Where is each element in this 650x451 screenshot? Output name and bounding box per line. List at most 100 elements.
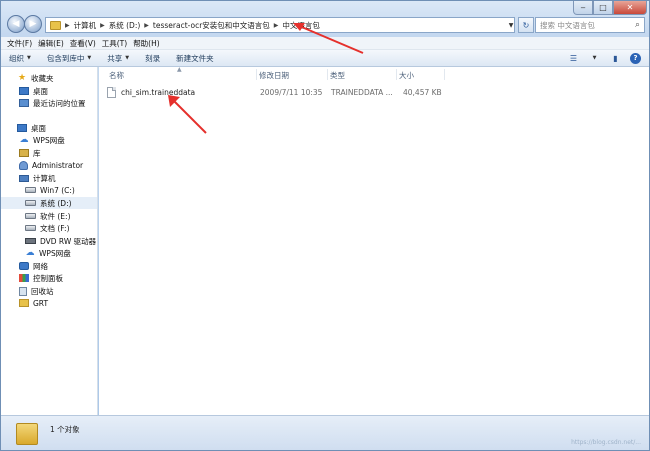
organize-button[interactable]: 组织 ▼ [9, 53, 31, 64]
minimize-icon: ‒ [580, 3, 586, 12]
chevron-right-icon: ▶ [144, 21, 149, 29]
column-divider[interactable] [256, 69, 257, 80]
address-bar[interactable]: ▶ 计算机 ▶ 系统 (D:) ▶ tesseract-ocr安装包和中文语言包… [45, 17, 515, 33]
breadcrumb-computer[interactable]: 计算机 [74, 20, 97, 31]
column-size[interactable]: 大小 [399, 70, 414, 81]
back-button[interactable]: ◀ [7, 15, 25, 33]
folder-icon [50, 20, 61, 30]
recent-places-icon [19, 99, 29, 107]
search-icon: ⌕ [634, 20, 640, 30]
status-bar: 1 个对象 https://blog.csdn.net/... [1, 415, 649, 450]
preview-pane-icon: ▮ [613, 53, 618, 63]
nav-label: 控制面板 [33, 273, 63, 283]
nav-grt[interactable]: GRT [19, 297, 48, 309]
chevron-down-icon: ▼ [27, 55, 31, 61]
nav-label: 文档 (F:) [40, 223, 70, 233]
preview-pane-button[interactable]: ▮ [609, 52, 622, 64]
file-name: chi_sim.traineddata [121, 88, 196, 97]
search-input[interactable]: 搜索 中文语言包 ⌕ [535, 17, 645, 33]
column-name[interactable]: 名称 [109, 70, 124, 81]
nav-label: WPS网盘 [39, 248, 71, 258]
breadcrumb-tesseract[interactable]: tesseract-ocr安装包和中文语言包 [153, 20, 270, 31]
nav-label: 桌面 [33, 86, 48, 96]
close-icon: ✕ [626, 3, 634, 12]
share-button[interactable]: 共享 ▼ [107, 53, 129, 64]
view-dropdown-button[interactable]: ▼ [588, 52, 601, 64]
column-divider[interactable] [444, 69, 445, 80]
view-options-button[interactable]: ☰ [567, 52, 580, 64]
nav-desktop[interactable]: 桌面 [17, 122, 46, 134]
nav-label: WPS网盘 [33, 135, 65, 145]
nav-label: 最近访问的位置 [33, 98, 86, 108]
navigation-pane: ★ 收藏夹 桌面 最近访问的位置 桌面 ☁ WPS网盘 库 Administra… [1, 67, 98, 415]
nav-drive-d[interactable]: 系统 (D:) [1, 197, 97, 209]
nav-label: 回收站 [31, 286, 54, 296]
nav-administrator[interactable]: Administrator [19, 159, 83, 171]
minimize-button[interactable]: ‒ [573, 1, 593, 15]
nav-computer[interactable]: 计算机 [19, 172, 56, 184]
nav-drive-f[interactable]: 文档 (F:) [25, 222, 70, 234]
column-divider[interactable] [327, 69, 328, 80]
nav-label: 桌面 [31, 123, 46, 133]
breadcrumb-chinese-pack[interactable]: 中文语言包 [282, 20, 320, 31]
new-folder-button[interactable]: 新建文件夹 [176, 53, 214, 64]
file-icon [107, 87, 116, 98]
forward-button[interactable]: ▶ [24, 15, 42, 33]
maximize-button[interactable]: □ [593, 1, 613, 15]
user-icon [19, 160, 28, 170]
breadcrumb-drive-d[interactable]: 系统 (D:) [109, 20, 141, 31]
nav-label: GRT [33, 298, 49, 308]
nav-network[interactable]: 网络 [19, 260, 48, 272]
watermark: https://blog.csdn.net/... [571, 439, 641, 446]
computer-icon [19, 174, 29, 182]
library-icon [19, 149, 29, 157]
menu-edit[interactable]: 编辑(E) [38, 38, 64, 49]
nav-library[interactable]: 库 [19, 147, 41, 159]
nav-label: 系统 (D:) [40, 198, 72, 208]
nav-drive-e[interactable]: 软件 (E:) [25, 210, 71, 222]
burn-button[interactable]: 刻录 [145, 53, 160, 64]
nav-wps-cloud[interactable]: ☁ WPS网盘 [19, 134, 65, 146]
view-list-icon: ☰ [569, 53, 578, 63]
desktop-icon [19, 87, 29, 95]
nav-drive-dvd[interactable]: DVD RW 驱动器 (G [25, 235, 97, 247]
nav-recycle-bin[interactable]: 回收站 [19, 285, 54, 297]
menu-file[interactable]: 文件(F) [7, 38, 32, 49]
column-modified[interactable]: 修改日期 [259, 70, 289, 81]
help-button[interactable]: ? [630, 52, 641, 64]
menu-help[interactable]: 帮助(H) [133, 38, 160, 49]
search-placeholder: 搜索 中文语言包 [540, 20, 595, 30]
address-dropdown-button[interactable]: ▼ [505, 17, 517, 33]
item-count: 1 个对象 [50, 425, 80, 434]
menu-tools[interactable]: 工具(T) [102, 38, 127, 49]
chevron-down-icon: ▼ [87, 55, 92, 61]
menu-view[interactable]: 查看(V) [70, 38, 96, 49]
command-bar: 组织 ▼ 包含到库中 ▼ 共享 ▼ 刻录 新建文件夹 ☰ ▼ ▮ ? [1, 50, 649, 67]
nav-drive-c[interactable]: Win7 (C:) [25, 184, 75, 196]
nav-label: DVD RW 驱动器 (G [40, 236, 97, 246]
nav-wps-cloud-2[interactable]: ☁ WPS网盘 [25, 247, 71, 259]
view-controls: ☰ ▼ ▮ ? [567, 52, 641, 64]
hard-drive-icon [25, 213, 36, 219]
column-divider[interactable] [396, 69, 397, 80]
nav-recent-places[interactable]: 最近访问的位置 [19, 97, 86, 109]
column-type[interactable]: 类型 [330, 70, 345, 81]
menu-bar: 文件(F) 编辑(E) 查看(V) 工具(T) 帮助(H) [1, 37, 649, 50]
file-modified: 2009/7/11 10:35 [260, 88, 323, 97]
refresh-icon: ↻ [522, 20, 530, 30]
folder-large-icon [16, 423, 38, 445]
nav-favorites[interactable]: ★ 收藏夹 [17, 72, 54, 84]
organize-label: 组织 [9, 53, 24, 63]
include-library-button[interactable]: 包含到库中 ▼ [47, 53, 91, 64]
nav-desktop-favorite[interactable]: 桌面 [19, 85, 48, 97]
control-panel-icon [19, 274, 29, 282]
column-header: ▲ 名称 修改日期 类型 大小 [99, 66, 649, 81]
refresh-button[interactable]: ↻ [518, 17, 534, 33]
hard-drive-icon [25, 187, 36, 193]
close-button[interactable]: ✕ [613, 1, 647, 15]
nav-control-panel[interactable]: 控制面板 [19, 272, 63, 284]
table-row[interactable]: chi_sim.traineddata 2009/7/11 10:35 TRAI… [107, 86, 447, 99]
help-icon: ? [633, 54, 638, 62]
nav-label: 计算机 [33, 173, 56, 183]
hard-drive-icon [25, 225, 36, 231]
